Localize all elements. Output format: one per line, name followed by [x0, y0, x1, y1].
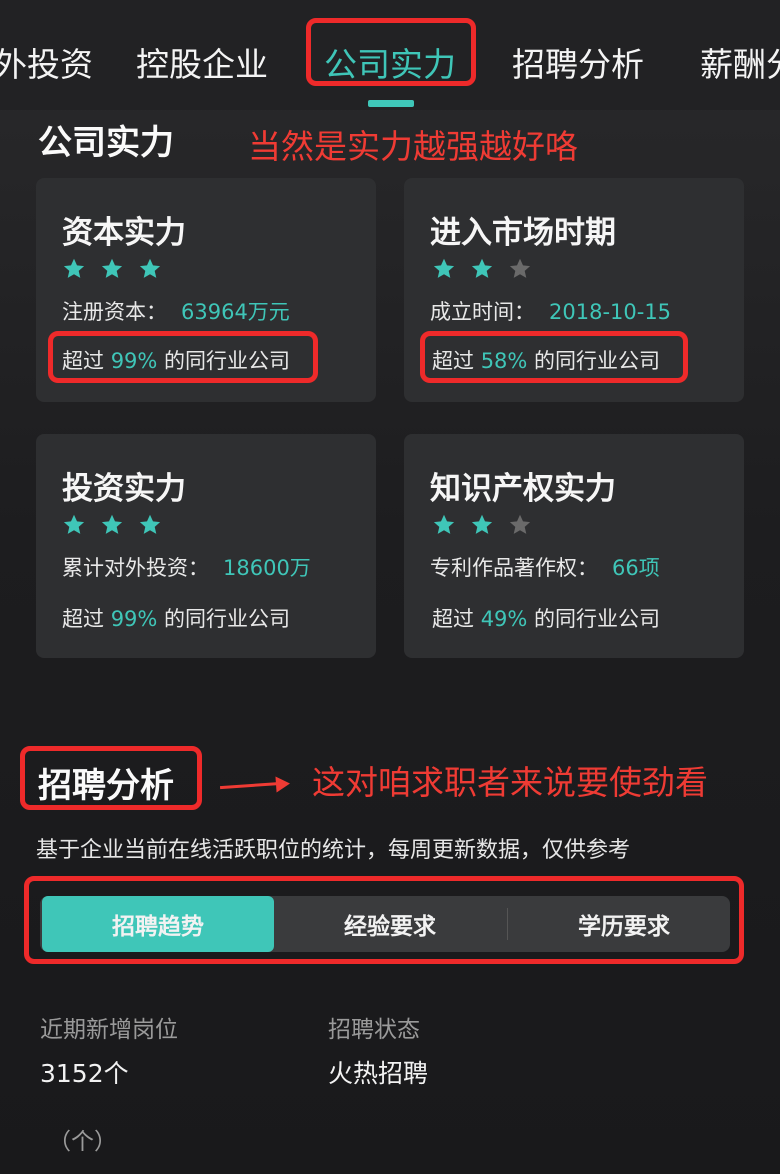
star-icon	[63, 258, 85, 278]
segment-education[interactable]: 学历要求	[508, 896, 740, 952]
tab-salary[interactable]: 薪酬分	[700, 38, 780, 86]
card-title: 知识产权实力	[430, 471, 616, 507]
active-tab-indicator	[368, 100, 414, 107]
arrow-right-icon	[219, 781, 283, 790]
section-title-recruit: 招聘分析	[38, 766, 174, 806]
star-icon	[101, 258, 123, 278]
annotation-text-strength: 当然是实力越强越好咯	[248, 127, 578, 166]
tab-holding-companies[interactable]: 控股企业	[136, 38, 268, 86]
star-rating	[432, 513, 532, 537]
card-percentile: 超过 99% 的同行业公司	[62, 607, 291, 631]
card-title: 投资实力	[62, 471, 186, 507]
recruit-subtitle: 基于企业当前在线活跃职位的统计，每周更新数据，仅供参考	[36, 838, 631, 863]
star-icon	[139, 258, 161, 278]
star-rating	[432, 257, 532, 281]
card-percentile: 超过 99% 的同行业公司	[62, 349, 291, 373]
card-metric: 注册资本： 63964万元	[62, 300, 290, 324]
section-title-strength: 公司实力	[38, 123, 174, 163]
tab-external-investment[interactable]: 外投资	[0, 38, 93, 86]
star-icon	[509, 258, 531, 278]
star-icon	[101, 514, 123, 534]
star-icon	[433, 514, 455, 534]
star-rating	[62, 257, 162, 281]
card-metric: 专利作品著作权： 66项	[430, 556, 660, 580]
stat-label-new-positions: 近期新增岗位	[40, 1017, 178, 1043]
annotation-text-recruit: 这对咱求职者来说要使劲看	[312, 763, 708, 802]
card-percentile: 超过 58% 的同行业公司	[432, 349, 661, 373]
tab-recruit-analysis[interactable]: 招聘分析	[512, 38, 644, 86]
chart-unit-label: （个）	[48, 1129, 117, 1155]
star-icon	[139, 514, 161, 534]
stat-value-new-positions: 3152个	[40, 1059, 129, 1088]
segment-recruit-trend[interactable]: 招聘趋势	[42, 896, 274, 952]
star-icon	[471, 514, 493, 534]
star-icon	[63, 514, 85, 534]
card-percentile: 超过 49% 的同行业公司	[432, 607, 661, 631]
segment-experience[interactable]: 经验要求	[274, 896, 506, 952]
card-title: 资本实力	[62, 215, 186, 251]
card-metric: 成立时间： 2018-10-15	[430, 300, 672, 324]
star-rating	[62, 513, 162, 537]
star-icon	[509, 514, 531, 534]
star-icon	[471, 258, 493, 278]
card-title: 进入市场时期	[430, 215, 616, 251]
star-icon	[433, 258, 455, 278]
segmented-control: 招聘趋势 经验要求 学历要求	[40, 896, 730, 952]
stat-value-recruit-status: 火热招聘	[328, 1059, 429, 1088]
arrow-head-icon	[275, 775, 291, 793]
card-metric: 累计对外投资： 18600万	[62, 556, 311, 580]
tab-company-strength[interactable]: 公司实力	[324, 38, 456, 86]
stat-label-recruit-status: 招聘状态	[328, 1017, 420, 1043]
